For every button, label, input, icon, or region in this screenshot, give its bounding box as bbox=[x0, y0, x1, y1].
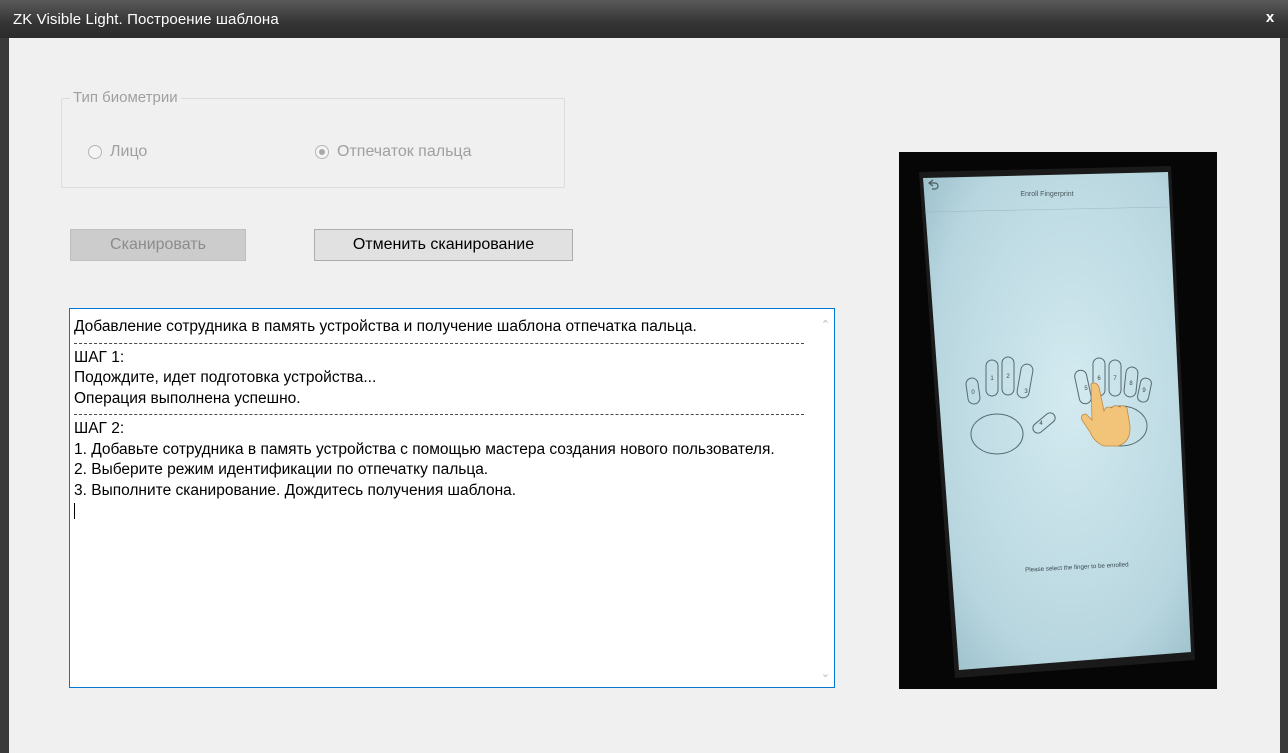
log-scrollbar[interactable]: ⌃ ⌄ bbox=[817, 309, 834, 687]
radio-face[interactable]: Лицо bbox=[88, 143, 147, 161]
log-separator bbox=[74, 338, 810, 348]
cancel-scan-button[interactable]: Отменить сканирование bbox=[314, 229, 573, 261]
screen-header: Enroll Fingerprint bbox=[1020, 191, 1073, 198]
radio-fingerprint-label: Отпечаток пальца bbox=[337, 143, 472, 160]
log-step2-title: ШАГ 2: bbox=[74, 420, 125, 437]
log-separator bbox=[74, 409, 810, 419]
scroll-down-icon[interactable]: ⌄ bbox=[817, 666, 834, 683]
log-step2-line: 1. Добавьте сотрудника в память устройст… bbox=[74, 440, 775, 458]
log-textbox[interactable]: Добавление сотрудника в память устройств… bbox=[69, 308, 835, 688]
biometry-type-legend: Тип биометрии bbox=[70, 89, 181, 106]
text-caret bbox=[74, 503, 75, 519]
device-photo: Enroll Fingerprint 0 1 2 3 4 5 6 7 8 9 P… bbox=[899, 152, 1217, 689]
biometry-type-group: Тип биометрии Лицо Отпечаток пальца bbox=[61, 89, 565, 188]
radio-fingerprint-indicator[interactable] bbox=[315, 145, 329, 159]
radio-fingerprint[interactable]: Отпечаток пальца bbox=[315, 143, 471, 161]
log-step2-line: 3. Выполните сканирование. Дождитесь пол… bbox=[74, 481, 517, 499]
enroll-window: ZK Visible Light. Построение шаблона x Т… bbox=[0, 0, 1288, 753]
radio-face-label: Лицо bbox=[110, 143, 148, 160]
log-intro-line: Добавление сотрудника в память устройств… bbox=[74, 318, 697, 335]
log-step1-line: Операция выполнена успешно. bbox=[74, 389, 301, 407]
log-step1-title: ШАГ 1: bbox=[74, 348, 125, 366]
device-screen bbox=[923, 172, 1191, 670]
device-screen-illustration: Enroll Fingerprint 0 1 2 3 4 5 6 7 8 9 P… bbox=[919, 166, 1195, 678]
scroll-up-icon[interactable]: ⌃ bbox=[817, 317, 834, 334]
radio-face-indicator[interactable] bbox=[88, 145, 102, 159]
log-step1-line: Подождите, идет подготовка устройства... bbox=[74, 369, 377, 386]
scan-button[interactable]: Сканировать bbox=[70, 229, 246, 261]
log-step2-line: 2. Выберите режим идентификации по отпеч… bbox=[74, 461, 489, 478]
title-bar[interactable]: ZK Visible Light. Построение шаблона x bbox=[0, 0, 1288, 38]
close-button[interactable]: x bbox=[1262, 10, 1278, 26]
window-title: ZK Visible Light. Построение шаблона bbox=[13, 11, 279, 28]
